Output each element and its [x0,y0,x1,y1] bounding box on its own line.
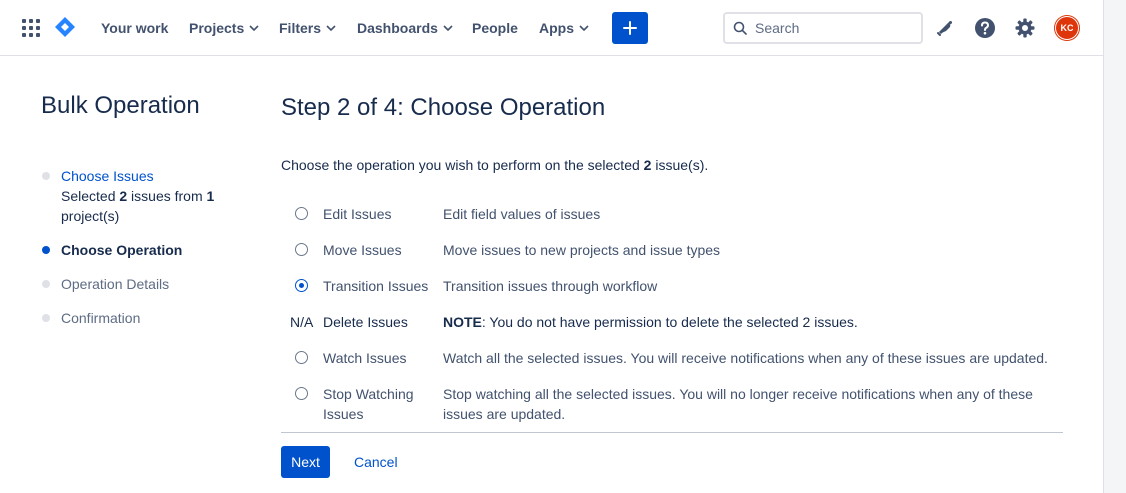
operation-name[interactable]: Stop Watching Issues [323,384,423,424]
nav-projects[interactable]: Projects [189,0,259,56]
settings-icon[interactable] [1013,16,1037,40]
step-label: Confirmation [61,310,141,326]
app-switcher-icon[interactable] [22,19,40,37]
chevron-down-icon [249,25,259,32]
step-confirmation: Confirmation [41,308,231,328]
scrollbar-gutter[interactable] [1103,0,1126,493]
operation-radio-edit[interactable] [295,207,308,220]
step-indicator [42,246,50,254]
chevron-down-icon [579,25,589,32]
avatar[interactable]: KC [1055,16,1079,40]
step-choose-issues-summary: Selected 2 issues from 1 project(s) [61,188,215,224]
operation-list: Edit Issues Edit field values of issues … [281,196,1063,422]
chevron-down-icon [326,25,336,32]
divider [281,432,1063,433]
create-button[interactable] [612,12,648,44]
operation-description: NOTE: You do not have permission to dele… [443,314,858,330]
operation-watch-issues: Watch Issues Watch all the selected issu… [281,340,1063,376]
step-indicator [42,314,50,322]
sidebar-title: Bulk Operation [41,92,200,119]
search-input[interactable] [755,20,905,36]
operation-description: Edit field values of issues [443,206,601,222]
nav-filters[interactable]: Filters [279,0,336,56]
operation-radio-move[interactable] [295,243,308,256]
help-icon[interactable] [973,16,997,40]
operation-description: Watch all the selected issues. You will … [443,350,1048,366]
page-title: Step 2 of 4: Choose Operation [281,94,606,121]
next-button[interactable]: Next [281,446,330,478]
search-box[interactable] [723,12,923,44]
step-label: Choose Operation [61,242,183,258]
step-list: Choose Issues Selected 2 issues from 1 p… [41,166,231,342]
nav-your-work[interactable]: Your work [101,0,168,56]
search-icon [733,21,747,35]
operation-name: Delete Issues [323,314,408,330]
not-available-label: N/A [290,314,314,330]
operation-delete-issues: N/A Delete Issues NOTE: You do not have … [281,304,1063,340]
operation-name[interactable]: Move Issues [323,240,433,260]
notification-icon[interactable] [933,16,957,40]
chevron-down-icon [443,25,453,32]
step-choose-issues: Choose Issues Selected 2 issues from 1 p… [41,166,231,226]
operation-name[interactable]: Edit Issues [323,204,433,224]
operation-transition-issues: Transition Issues Transition issues thro… [281,268,1063,304]
operation-radio-transition[interactable] [295,279,308,292]
step-indicator [42,172,50,180]
top-navigation: Your work Projects Filters Dashboards Pe… [0,0,1103,56]
operation-edit-issues: Edit Issues Edit field values of issues [281,196,1063,232]
operation-name[interactable]: Watch Issues [323,348,433,368]
step-operation-details: Operation Details [41,274,231,294]
step-choose-operation: Choose Operation [41,240,231,260]
intro-text: Choose the operation you wish to perform… [281,157,709,173]
step-indicator [42,280,50,288]
nav-dashboards[interactable]: Dashboards [357,0,453,56]
operation-description: Stop watching all the selected issues. Y… [443,386,1033,422]
operation-description: Move issues to new projects and issue ty… [443,242,721,258]
step-choose-issues-link[interactable]: Choose Issues [61,166,231,186]
operation-radio-stop-watching[interactable] [295,387,308,400]
cancel-link[interactable]: Cancel [354,454,398,470]
operation-name[interactable]: Transition Issues [323,276,433,296]
operation-move-issues: Move Issues Move issues to new projects … [281,232,1063,268]
step-label: Operation Details [61,276,170,292]
operation-radio-watch[interactable] [295,351,308,364]
plus-icon [623,21,637,35]
operation-stop-watching-issues: Stop Watching Issues Stop watching all t… [281,376,1063,422]
operation-description: Transition issues through workflow [443,278,658,294]
jira-logo-icon[interactable] [54,16,76,38]
nav-people[interactable]: People [472,0,518,56]
nav-apps[interactable]: Apps [539,0,589,56]
